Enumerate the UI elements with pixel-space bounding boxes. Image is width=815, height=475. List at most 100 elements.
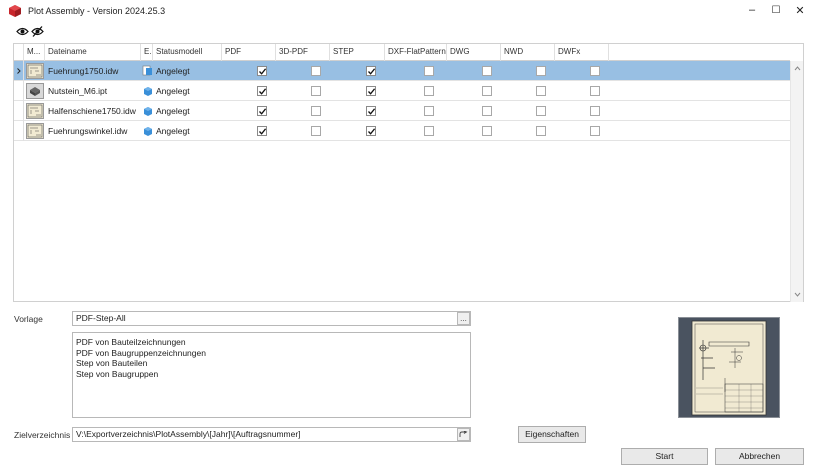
checkbox-pdf[interactable]	[257, 126, 267, 136]
file-name-cell[interactable]: Fuehrung1750.idw	[48, 61, 140, 81]
vorlage-input[interactable]: PDF-Step-All	[72, 311, 471, 326]
window-title: Plot Assembly - Version 2024.25.3	[28, 6, 166, 16]
checkbox-dwg[interactable]	[482, 66, 492, 76]
checkbox-dxf[interactable]	[424, 66, 434, 76]
file-name-cell[interactable]: Halfenschiene1750.idw	[48, 101, 140, 121]
checkbox-nwd[interactable]	[536, 86, 546, 96]
header-col-m[interactable]: M...	[24, 44, 45, 61]
vorlage-browse-button[interactable]: ...	[457, 312, 470, 325]
header-col-3dpdf[interactable]: 3D-PDF	[276, 44, 330, 61]
scroll-up-icon[interactable]	[791, 63, 804, 73]
checkbox-pdf3d[interactable]	[311, 86, 321, 96]
list-item: Step von Baugruppen	[76, 368, 159, 379]
checkbox-pdf[interactable]	[257, 106, 267, 116]
checkbox-pdf3d[interactable]	[311, 126, 321, 136]
checkbox-pdf3d[interactable]	[311, 106, 321, 116]
folder-arrow-icon	[459, 431, 468, 437]
file-name-cell[interactable]: Nutstein_M6.ipt	[48, 81, 140, 101]
checkbox-dxf[interactable]	[424, 86, 434, 96]
scroll-down-icon[interactable]	[791, 290, 804, 300]
template-description-list[interactable]: PDF von Bauteilzeichnungen PDF von Baugr…	[72, 332, 471, 418]
status-cell[interactable]: Angelegt	[156, 61, 220, 81]
list-item: PDF von Baugruppenzeichnungen	[76, 347, 206, 358]
start-button[interactable]: Start	[621, 448, 708, 465]
eye-off-icon[interactable]	[31, 26, 44, 37]
checkbox-nwd[interactable]	[536, 126, 546, 136]
app-cube-icon	[9, 5, 21, 17]
checkbox-pdf3d[interactable]	[311, 66, 321, 76]
drawing-thumbnail-icon	[26, 103, 44, 119]
checkbox-step[interactable]	[366, 106, 376, 116]
abbrechen-button[interactable]: Abbrechen	[715, 448, 804, 465]
check-icon	[368, 68, 376, 75]
checkbox-dwg[interactable]	[482, 86, 492, 96]
checkbox-nwd[interactable]	[536, 66, 546, 76]
status-cell[interactable]: Angelegt	[156, 101, 220, 121]
table-row[interactable]: Nutstein_M6.ipt Angelegt	[14, 81, 790, 101]
checkbox-pdf[interactable]	[257, 86, 267, 96]
header-col-e[interactable]: E...	[141, 44, 153, 61]
status-cell[interactable]: Angelegt	[156, 81, 220, 101]
row-indicator[interactable]	[14, 61, 24, 81]
header-col-pdf[interactable]: PDF	[222, 44, 276, 61]
checkbox-dwfx[interactable]	[590, 86, 600, 96]
zielverzeichnis-label: Zielverzeichnis	[14, 430, 71, 440]
zielverzeichnis-value: V:\Exportverzeichnis\PlotAssembly\[Jahr]…	[76, 429, 301, 439]
header-row-indicator	[14, 44, 24, 61]
header-col-step[interactable]: STEP	[330, 44, 385, 61]
table-row[interactable]: Fuehrungswinkel.idw Angelegt	[14, 121, 790, 141]
checkbox-dwfx[interactable]	[590, 126, 600, 136]
title-bar: Plot Assembly - Version 2024.25.3 – ☐ ✕	[0, 0, 815, 22]
list-item: Step von Bauteilen	[76, 358, 148, 368]
row-indicator[interactable]	[14, 101, 24, 121]
model-type-icon	[144, 87, 152, 96]
header-col-statusmodell[interactable]: Statusmodell	[153, 44, 222, 61]
checkbox-step[interactable]	[366, 126, 376, 136]
check-icon	[259, 108, 267, 115]
checkbox-dwfx[interactable]	[590, 66, 600, 76]
drawing-thumbnail-icon	[26, 63, 44, 79]
vorlage-value: PDF-Step-All	[76, 313, 126, 323]
checkbox-pdf[interactable]	[257, 66, 267, 76]
close-button[interactable]: ✕	[789, 0, 811, 20]
eye-icon[interactable]	[16, 26, 29, 37]
file-grid[interactable]: M... Dateiname E... Statusmodell PDF 3D-…	[13, 43, 804, 302]
checkbox-dxf[interactable]	[424, 126, 434, 136]
header-col-dwg[interactable]: DWG	[447, 44, 501, 61]
element-cell	[142, 101, 153, 121]
check-icon	[259, 128, 267, 135]
drawing-preview-image	[691, 320, 767, 416]
row-indicator[interactable]	[14, 121, 24, 141]
checkbox-dwfx[interactable]	[590, 106, 600, 116]
minimize-button[interactable]: –	[741, 0, 763, 20]
model-type-icon	[144, 127, 152, 136]
drawing-preview	[678, 317, 780, 418]
table-row[interactable]: Fuehrung1750.idw Angelegt	[14, 61, 790, 81]
row-indicator[interactable]	[14, 81, 24, 101]
zielverzeichnis-input[interactable]: V:\Exportverzeichnis\PlotAssembly\[Jahr]…	[72, 427, 471, 442]
checkbox-dwg[interactable]	[482, 106, 492, 116]
header-col-dateiname[interactable]: Dateiname	[45, 44, 141, 61]
status-cell[interactable]: Angelegt	[156, 121, 220, 141]
checkbox-dwg[interactable]	[482, 126, 492, 136]
checkbox-step[interactable]	[366, 66, 376, 76]
element-cell	[142, 81, 153, 101]
maximize-button[interactable]: ☐	[765, 0, 787, 20]
folder-browse-button[interactable]	[457, 428, 470, 441]
vorlage-label: Vorlage	[14, 314, 43, 324]
header-col-dwfx[interactable]: DWFx	[555, 44, 609, 61]
header-col-dxf[interactable]: DXF-FlatPattern	[385, 44, 447, 61]
check-icon	[259, 88, 267, 95]
table-row[interactable]: Halfenschiene1750.idw Angelegt	[14, 101, 790, 121]
check-icon	[259, 68, 267, 75]
eigenschaften-button[interactable]: Eigenschaften	[518, 426, 586, 443]
part-thumbnail-icon	[26, 83, 44, 99]
checkbox-nwd[interactable]	[536, 106, 546, 116]
grid-vertical-scrollbar[interactable]	[790, 61, 803, 302]
header-col-nwd[interactable]: NWD	[501, 44, 555, 61]
element-cell	[142, 121, 153, 141]
file-name-cell[interactable]: Fuehrungswinkel.idw	[48, 121, 140, 141]
checkbox-step[interactable]	[366, 86, 376, 96]
checkbox-dxf[interactable]	[424, 106, 434, 116]
drawing-type-icon	[142, 65, 152, 76]
